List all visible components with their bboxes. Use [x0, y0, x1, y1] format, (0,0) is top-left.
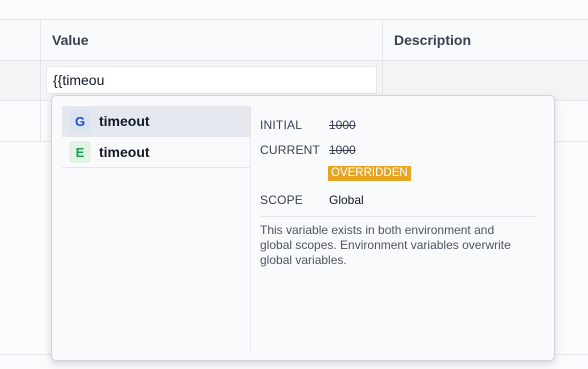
- suggestion-item-global-timeout[interactable]: G timeout: [62, 106, 250, 137]
- current-key: CURRENT: [260, 143, 321, 157]
- scope-value: Global: [329, 193, 364, 207]
- popover-divider: [250, 106, 251, 352]
- scope-key: SCOPE: [260, 193, 304, 207]
- details-divider: [260, 216, 536, 217]
- overridden-badge: OVERRIDDEN: [328, 166, 411, 181]
- column-header-description: Description: [394, 32, 472, 48]
- variable-description: This variable exists in both environment…: [260, 223, 511, 267]
- column-divider: [40, 61, 41, 142]
- suggestion-list: G timeout E timeout: [62, 106, 250, 168]
- column-header-value: Value: [52, 32, 89, 48]
- initial-value: 1000: [329, 118, 356, 132]
- variable-autocomplete-popover: G timeout E timeout INITIAL 1000 CURRENT…: [51, 95, 555, 361]
- suggestion-label: timeout: [99, 144, 150, 160]
- initial-key: INITIAL: [260, 118, 303, 132]
- suggestion-item-environment-timeout[interactable]: E timeout: [62, 137, 250, 168]
- current-value: 1000: [329, 143, 356, 157]
- value-input[interactable]: [46, 66, 377, 94]
- suggestion-label: timeout: [99, 113, 150, 129]
- global-scope-icon: G: [69, 110, 91, 132]
- environment-scope-icon: E: [69, 141, 91, 163]
